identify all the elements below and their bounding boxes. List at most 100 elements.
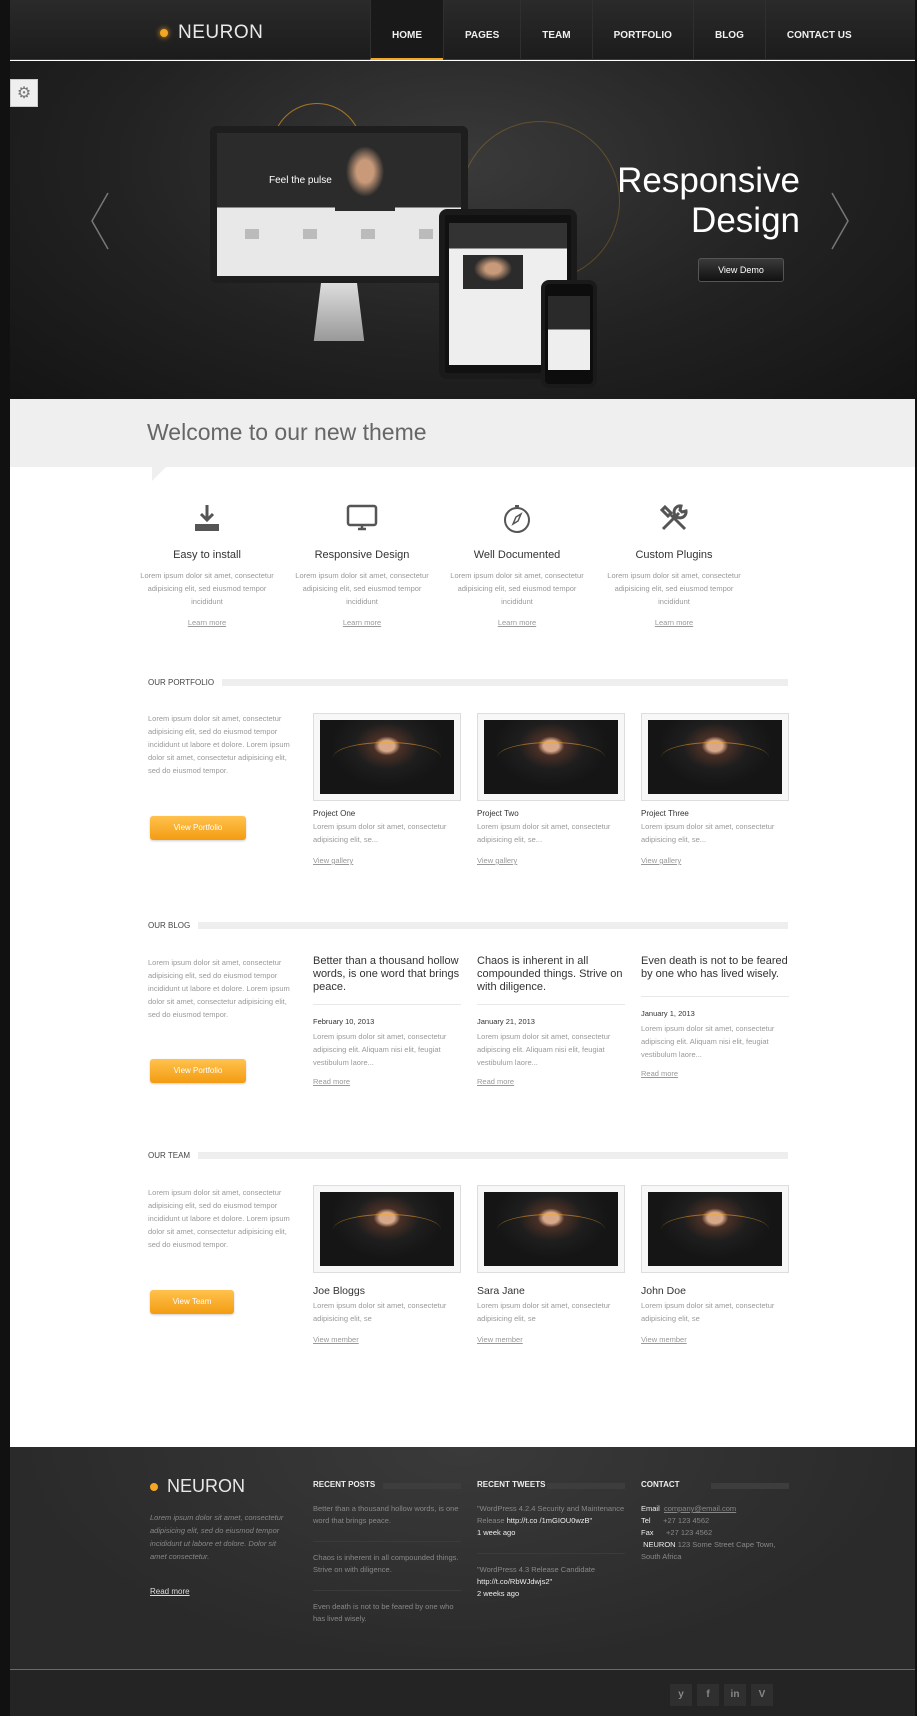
- monitor-tagline: Feel the pulse: [269, 175, 332, 186]
- feature-text: Lorem ipsum dolor sit amet, consectetur …: [450, 571, 584, 606]
- read-more-link[interactable]: Read more: [313, 1077, 461, 1086]
- feature-title: Well Documented: [473, 549, 561, 561]
- recent-post-item[interactable]: Chaos is inherent in all compounded thin…: [313, 1541, 461, 1576]
- blog-intro: Lorem ipsum dolor sit amet, consectetur …: [148, 958, 290, 1019]
- view-portfolio-button[interactable]: View Portfolio: [150, 816, 246, 840]
- read-more-link[interactable]: Read more: [477, 1077, 625, 1086]
- view-gallery-link[interactable]: View gallery: [313, 856, 461, 865]
- tweet-link[interactable]: http://t.co/RbWJdwjs2": [477, 1577, 552, 1586]
- tools-icon: [604, 498, 744, 538]
- nav-portfolio[interactable]: PORTFOLIO: [591, 0, 693, 60]
- learn-more-link[interactable]: Learn more: [655, 618, 693, 627]
- portfolio-card[interactable]: Project Three Lorem ipsum dolor sit amet…: [641, 713, 789, 865]
- monitor-icons: [223, 229, 455, 239]
- settings-gear-icon[interactable]: ⚙: [10, 79, 38, 107]
- member-name: John Doe: [641, 1285, 686, 1297]
- portfolio-thumbnail[interactable]: [641, 713, 789, 801]
- linkedin-icon[interactable]: in: [724, 1684, 746, 1706]
- view-member-link[interactable]: View member: [313, 1335, 461, 1344]
- nav-home[interactable]: HOME: [370, 0, 443, 60]
- footer-bottom-bar: y f in V: [10, 1669, 915, 1716]
- post-title[interactable]: Chaos is inherent in all compounded thin…: [477, 955, 625, 1005]
- team-intro: Lorem ipsum dolor sit amet, consectetur …: [148, 1188, 290, 1249]
- section-title: OUR TEAM: [148, 1151, 199, 1160]
- view-team-button[interactable]: View Team: [150, 1290, 234, 1314]
- tweet-time: 1 week ago: [477, 1528, 516, 1537]
- view-portfolio-button-blog[interactable]: View Portfolio: [150, 1059, 246, 1083]
- social-links: y f in V: [670, 1684, 773, 1706]
- twitter-icon[interactable]: y: [670, 1684, 692, 1706]
- learn-more-link[interactable]: Learn more: [188, 618, 226, 627]
- tablet-photo: [463, 255, 523, 289]
- recent-posts: RECENT POSTS Better than a thousand holl…: [313, 1480, 461, 1625]
- post-title[interactable]: Even death is not to be feared by one wh…: [641, 955, 789, 997]
- section-title: OUR PORTFOLIO: [148, 678, 223, 687]
- site-logo[interactable]: NEURON: [160, 22, 263, 44]
- member-desc: Lorem ipsum dolor sit amet, consectetur …: [313, 1301, 447, 1323]
- post-date: January 21, 2013: [477, 1017, 535, 1026]
- tweet-item: "WordPress 4.3 Release Candidate http://…: [477, 1553, 625, 1600]
- read-more-link[interactable]: Read more: [641, 1069, 789, 1078]
- email-label: Email: [641, 1504, 660, 1513]
- recent-post-item[interactable]: Even death is not to be feared by one wh…: [313, 1590, 461, 1625]
- view-gallery-link[interactable]: View gallery: [641, 856, 789, 865]
- contact-details: Email company@email.com Tel +27 123 4562…: [641, 1503, 789, 1563]
- top-navigation-bar: NEURON HOME PAGES TEAM PORTFOLIO BLOG CO…: [10, 0, 915, 60]
- recent-post-item[interactable]: Better than a thousand hollow words, is …: [313, 1503, 461, 1527]
- main-nav: HOME PAGES TEAM PORTFOLIO BLOG CONTACT U…: [370, 0, 873, 60]
- facebook-icon[interactable]: f: [697, 1684, 719, 1706]
- post-title[interactable]: Better than a thousand hollow words, is …: [313, 955, 461, 1005]
- project-name: Project Three: [641, 809, 689, 818]
- tweet-link[interactable]: http://t.co /1mGIOU0wzB": [507, 1516, 593, 1525]
- member-photo[interactable]: [313, 1185, 461, 1273]
- portfolio-card[interactable]: Project One Lorem ipsum dolor sit amet, …: [313, 713, 461, 865]
- feature-title: Easy to install: [173, 549, 241, 561]
- fax-label: Fax: [641, 1528, 654, 1537]
- company-name: NEURON: [643, 1540, 676, 1549]
- feature-title: Responsive Design: [314, 549, 410, 561]
- view-member-link[interactable]: View member: [477, 1335, 625, 1344]
- view-member-link[interactable]: View member: [641, 1335, 789, 1344]
- learn-more-link[interactable]: Learn more: [343, 618, 381, 627]
- tweet-time: 2 weeks ago: [477, 1589, 520, 1598]
- member-desc: Lorem ipsum dolor sit amet, consectetur …: [641, 1301, 775, 1323]
- learn-more-link[interactable]: Learn more: [498, 618, 536, 627]
- nav-pages[interactable]: PAGES: [443, 0, 520, 60]
- portfolio-section-heading: OUR PORTFOLIO: [148, 678, 788, 688]
- email-link[interactable]: company@email.com: [664, 1504, 736, 1513]
- team-card[interactable]: Sara Jane Lorem ipsum dolor sit amet, co…: [477, 1185, 625, 1344]
- portfolio-card[interactable]: Project Two Lorem ipsum dolor sit amet, …: [477, 713, 625, 865]
- footer-read-more-link[interactable]: Read more: [150, 1587, 190, 1596]
- welcome-banner: Welcome to our new theme: [10, 399, 915, 481]
- slider-prev-arrow-icon[interactable]: [88, 191, 112, 251]
- download-icon: [137, 498, 277, 538]
- member-photo[interactable]: [477, 1185, 625, 1273]
- footer-logo[interactable]: NEURON: [150, 1476, 245, 1497]
- feature-easy-install: Easy to install Lorem ipsum dolor sit am…: [137, 498, 277, 630]
- portfolio-thumbnail[interactable]: [313, 713, 461, 801]
- feature-text: Lorem ipsum dolor sit amet, consectetur …: [607, 571, 741, 606]
- vimeo-icon[interactable]: V: [751, 1684, 773, 1706]
- member-photo[interactable]: [641, 1185, 789, 1273]
- recent-posts-heading: RECENT POSTS: [313, 1480, 461, 1489]
- nav-contact-us[interactable]: CONTACT US: [764, 0, 873, 60]
- view-demo-button[interactable]: View Demo: [698, 258, 784, 282]
- desktop-monitor-image: Feel the pulse: [210, 126, 468, 283]
- logo-dot-icon: [150, 1482, 158, 1491]
- logo-dot-icon: [160, 29, 168, 37]
- project-desc: Lorem ipsum dolor sit amet, consectetur …: [641, 822, 775, 844]
- section-line: [148, 1152, 788, 1159]
- team-section-heading: OUR TEAM: [148, 1151, 788, 1161]
- team-card[interactable]: John Doe Lorem ipsum dolor sit amet, con…: [641, 1185, 789, 1344]
- feature-title: Custom Plugins: [635, 549, 713, 561]
- slider-next-arrow-icon[interactable]: [828, 191, 852, 251]
- team-card[interactable]: Joe Bloggs Lorem ipsum dolor sit amet, c…: [313, 1185, 461, 1344]
- member-name: Joe Bloggs: [313, 1285, 365, 1297]
- feature-responsive-design: Responsive Design Lorem ipsum dolor sit …: [292, 498, 432, 630]
- nav-team[interactable]: TEAM: [520, 0, 591, 60]
- view-gallery-link[interactable]: View gallery: [477, 856, 625, 865]
- portfolio-thumbnail[interactable]: [477, 713, 625, 801]
- member-desc: Lorem ipsum dolor sit amet, consectetur …: [477, 1301, 611, 1323]
- footer-logo-text: NEURON: [167, 1476, 246, 1496]
- nav-blog[interactable]: BLOG: [692, 0, 765, 60]
